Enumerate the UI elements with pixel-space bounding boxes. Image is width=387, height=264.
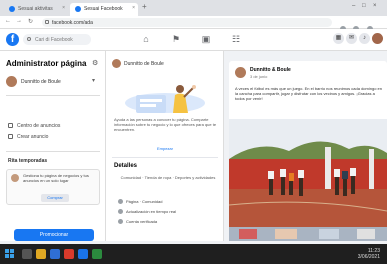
get-started-link[interactable]: Empezar bbox=[106, 146, 224, 151]
megaphone-icon bbox=[8, 123, 13, 128]
post-photo[interactable] bbox=[229, 119, 387, 241]
clock-date: 3/06/2021 bbox=[357, 254, 380, 260]
lock-icon bbox=[45, 20, 49, 24]
sidebar-section-title: Rita temporadas bbox=[8, 158, 48, 164]
feed-post: Dunnitto & Boule 3 de junio A veces el f… bbox=[229, 61, 387, 241]
browser-extensions bbox=[340, 19, 384, 50]
details-title: Detalles bbox=[114, 163, 138, 169]
menu-icon[interactable]: ▦ bbox=[333, 33, 344, 44]
url-text: facebook.com/ada bbox=[52, 20, 93, 26]
close-window-button[interactable]: × bbox=[373, 3, 377, 9]
sidebar-title: Administrator página bbox=[6, 59, 87, 68]
word-icon[interactable] bbox=[78, 249, 88, 259]
windows-start-icon[interactable] bbox=[5, 249, 15, 259]
sidebar-link-ads-center[interactable]: Centro de anuncios bbox=[8, 123, 60, 129]
post-date[interactable]: 3 de junio bbox=[250, 74, 267, 79]
details-row: Cuenta verificada bbox=[118, 219, 157, 224]
page-name: Dunnitto de Boule bbox=[21, 79, 61, 85]
search-placeholder: Cari di Facebook bbox=[35, 37, 73, 43]
details-row-label: Página · Comunidad bbox=[126, 199, 163, 204]
browser-tab-active[interactable]: Sesuai Facebook × bbox=[70, 3, 138, 16]
system-tray[interactable]: 11:23 3/06/2021 bbox=[318, 248, 380, 260]
search-taskbar-icon[interactable] bbox=[22, 249, 32, 259]
chrome-icon[interactable] bbox=[64, 249, 74, 259]
reload-button[interactable]: ↻ bbox=[28, 18, 33, 25]
tab-label: Sesuai aktivitas bbox=[18, 6, 53, 12]
back-button[interactable]: ← bbox=[5, 18, 11, 24]
sidebar-link-create-ad[interactable]: Crear anuncio bbox=[8, 134, 48, 140]
browser-tab-strip: Sesuai aktivitas × Sesuai Facebook × + –… bbox=[0, 0, 387, 16]
chevron-down-icon: ▾ bbox=[92, 78, 96, 84]
minimize-button[interactable]: – bbox=[352, 3, 355, 9]
page-avatar bbox=[6, 76, 17, 87]
details-row-label: Actualización en tiempo real bbox=[126, 209, 177, 214]
maximize-button[interactable]: □ bbox=[362, 3, 366, 9]
facebook-logo[interactable]: f bbox=[6, 33, 19, 46]
flag-icon[interactable]: ⚑ bbox=[170, 34, 182, 45]
tab-close-icon[interactable]: × bbox=[132, 5, 135, 11]
mail-icon[interactable] bbox=[50, 249, 60, 259]
forward-button[interactable]: → bbox=[16, 18, 22, 24]
left-sidebar: Administrator página ⚙ Dunnitto de Boule… bbox=[0, 51, 106, 241]
sidebar-card: Gestiona tu página de negocios y tus anu… bbox=[6, 169, 100, 205]
card-text: Gestiona tu página de negocios y tus anu… bbox=[23, 173, 89, 183]
taskbar: 11:23 3/06/2021 bbox=[0, 244, 387, 264]
post-text: A veces el fútbol es más que un juego. E… bbox=[235, 86, 382, 101]
feed-column: Dunnitto & Boule 3 de junio A veces el f… bbox=[224, 51, 387, 241]
account-avatar[interactable] bbox=[372, 33, 383, 44]
clock-icon bbox=[118, 209, 123, 214]
divider bbox=[112, 157, 218, 158]
page-switcher[interactable]: Dunnitto de Boule ▾ bbox=[6, 75, 100, 89]
screen: Sesuai aktivitas × Sesuai Facebook × + –… bbox=[0, 0, 387, 264]
check-icon bbox=[118, 219, 123, 224]
intro-text: Ayuda a las personas a conocer tu página… bbox=[114, 117, 217, 132]
details-row: Página · Comunidad bbox=[118, 199, 162, 204]
pages-icon[interactable]: ▣ bbox=[200, 34, 212, 45]
details-info: Comunidad · Tienda de ropa · Deportes y … bbox=[120, 175, 216, 180]
divider bbox=[6, 151, 100, 152]
post-author[interactable]: Dunnitto & Boule bbox=[250, 67, 291, 73]
details-row: Actualización en tiempo real bbox=[118, 209, 176, 214]
search-icon bbox=[27, 37, 31, 41]
facebook-favicon-icon bbox=[75, 6, 81, 12]
browser-toolbar: ← → ↻ facebook.com/ada bbox=[0, 16, 387, 50]
card-button[interactable]: Comprar bbox=[41, 194, 69, 202]
home-icon[interactable]: ⌂ bbox=[140, 34, 152, 45]
page-info-column: Dunnitto de Boule Ayuda a las personas a… bbox=[106, 51, 224, 241]
notifications-icon[interactable]: ♪ bbox=[359, 33, 370, 44]
tab-close-icon[interactable]: × bbox=[62, 5, 65, 11]
details-row-label: Cuenta verificada bbox=[126, 219, 158, 224]
post-author-avatar[interactable] bbox=[235, 67, 246, 78]
welcome-illustration bbox=[125, 85, 205, 113]
address-bar[interactable]: facebook.com/ada bbox=[42, 18, 332, 27]
page-name: Dunnitto de Boule bbox=[124, 61, 164, 67]
facebook-header: f Cari di Facebook ⌂ ⚑ ▣ ☷ ▦ ✉ ♪ bbox=[0, 29, 387, 51]
page-header[interactable]: Dunnitto de Boule bbox=[112, 59, 212, 71]
card-avatar bbox=[11, 174, 19, 182]
divider bbox=[6, 95, 100, 96]
sidebar-link-label: Crear anuncio bbox=[17, 134, 49, 140]
facebook-search[interactable]: Cari di Facebook bbox=[23, 34, 91, 45]
sidebar-link-label: Centro de anuncios bbox=[17, 123, 61, 129]
edit-icon bbox=[8, 134, 13, 139]
new-tab-button[interactable]: + bbox=[142, 2, 147, 11]
facebook-favicon-icon bbox=[9, 6, 15, 12]
gear-icon[interactable]: ⚙ bbox=[92, 59, 98, 67]
page-avatar bbox=[112, 59, 121, 68]
browser-tab[interactable]: Sesuai aktivitas × bbox=[4, 3, 68, 16]
excel-icon[interactable] bbox=[92, 249, 102, 259]
tab-label: Sesuai Facebook bbox=[84, 6, 123, 12]
promote-button[interactable]: Promocionar bbox=[14, 229, 94, 241]
info-icon bbox=[118, 199, 123, 204]
file-explorer-icon[interactable] bbox=[36, 249, 46, 259]
messenger-icon[interactable]: ✉ bbox=[346, 33, 357, 44]
groups-icon[interactable]: ☷ bbox=[230, 34, 242, 45]
